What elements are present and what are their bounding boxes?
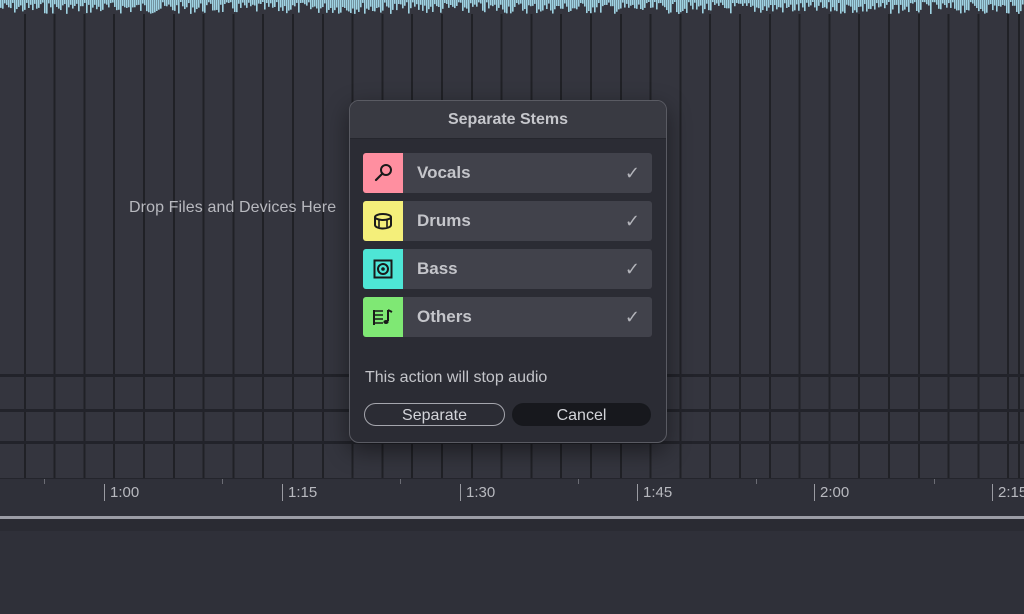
ruler-tick — [934, 479, 935, 484]
lower-panel — [0, 531, 1024, 614]
time-marker-1-30: 1:30 — [460, 484, 495, 501]
sheet-music-icon — [373, 309, 393, 325]
drum-icon — [374, 213, 392, 230]
cancel-button[interactable]: Cancel — [512, 403, 651, 426]
warning-message: This action will stop audio — [365, 369, 548, 386]
time-marker-1-15: 1:15 — [282, 484, 317, 501]
time-marker-1-45: 1:45 — [637, 484, 672, 501]
check-icon[interactable]: ✓ — [625, 249, 640, 289]
separate-button[interactable]: Separate — [364, 403, 505, 426]
stem-label: Vocals — [417, 163, 471, 182]
drop-hint-text: Drop Files and Devices Here — [129, 199, 337, 216]
ruler-tick — [756, 479, 757, 484]
stem-option-drums[interactable]: Drums ✓ — [363, 201, 652, 241]
stem-label: Bass — [417, 259, 458, 278]
stem-option-vocals[interactable]: Vocals ✓ — [363, 153, 652, 193]
dialog-title: Separate Stems — [350, 101, 666, 139]
time-ruler[interactable]: 1:00 1:15 1:30 1:45 2:00 2:15 — [0, 478, 1024, 517]
scrollbar-gutter — [0, 519, 1024, 531]
speaker-icon — [373, 259, 393, 279]
stem-color-swatch — [363, 297, 403, 337]
stem-color-swatch — [363, 201, 403, 241]
check-icon[interactable]: ✓ — [625, 153, 640, 193]
stem-label: Drums — [417, 211, 471, 230]
time-marker-2-15: 2:15 — [992, 484, 1024, 501]
time-marker-1-00: 1:00 — [104, 484, 139, 501]
arrangement-view: Drop Files and Devices Here 1:00 1:15 1:… — [0, 0, 1024, 614]
separate-stems-dialog: Separate Stems Vocals ✓ Drums ✓ Bass ✓ O… — [349, 100, 667, 443]
check-icon[interactable]: ✓ — [625, 297, 640, 337]
stem-label: Others — [417, 307, 472, 326]
stem-color-swatch — [363, 249, 403, 289]
waveform-graphic — [0, 0, 1024, 14]
ruler-tick — [578, 479, 579, 484]
stem-color-swatch — [363, 153, 403, 193]
time-marker-2-00: 2:00 — [814, 484, 849, 501]
stem-option-bass[interactable]: Bass ✓ — [363, 249, 652, 289]
stem-option-others[interactable]: Others ✓ — [363, 297, 652, 337]
ruler-tick — [222, 479, 223, 484]
ruler-tick — [400, 479, 401, 484]
audio-waveform[interactable] — [0, 0, 1024, 14]
check-icon[interactable]: ✓ — [625, 201, 640, 241]
microphone-icon — [374, 164, 392, 182]
ruler-tick — [44, 479, 45, 484]
